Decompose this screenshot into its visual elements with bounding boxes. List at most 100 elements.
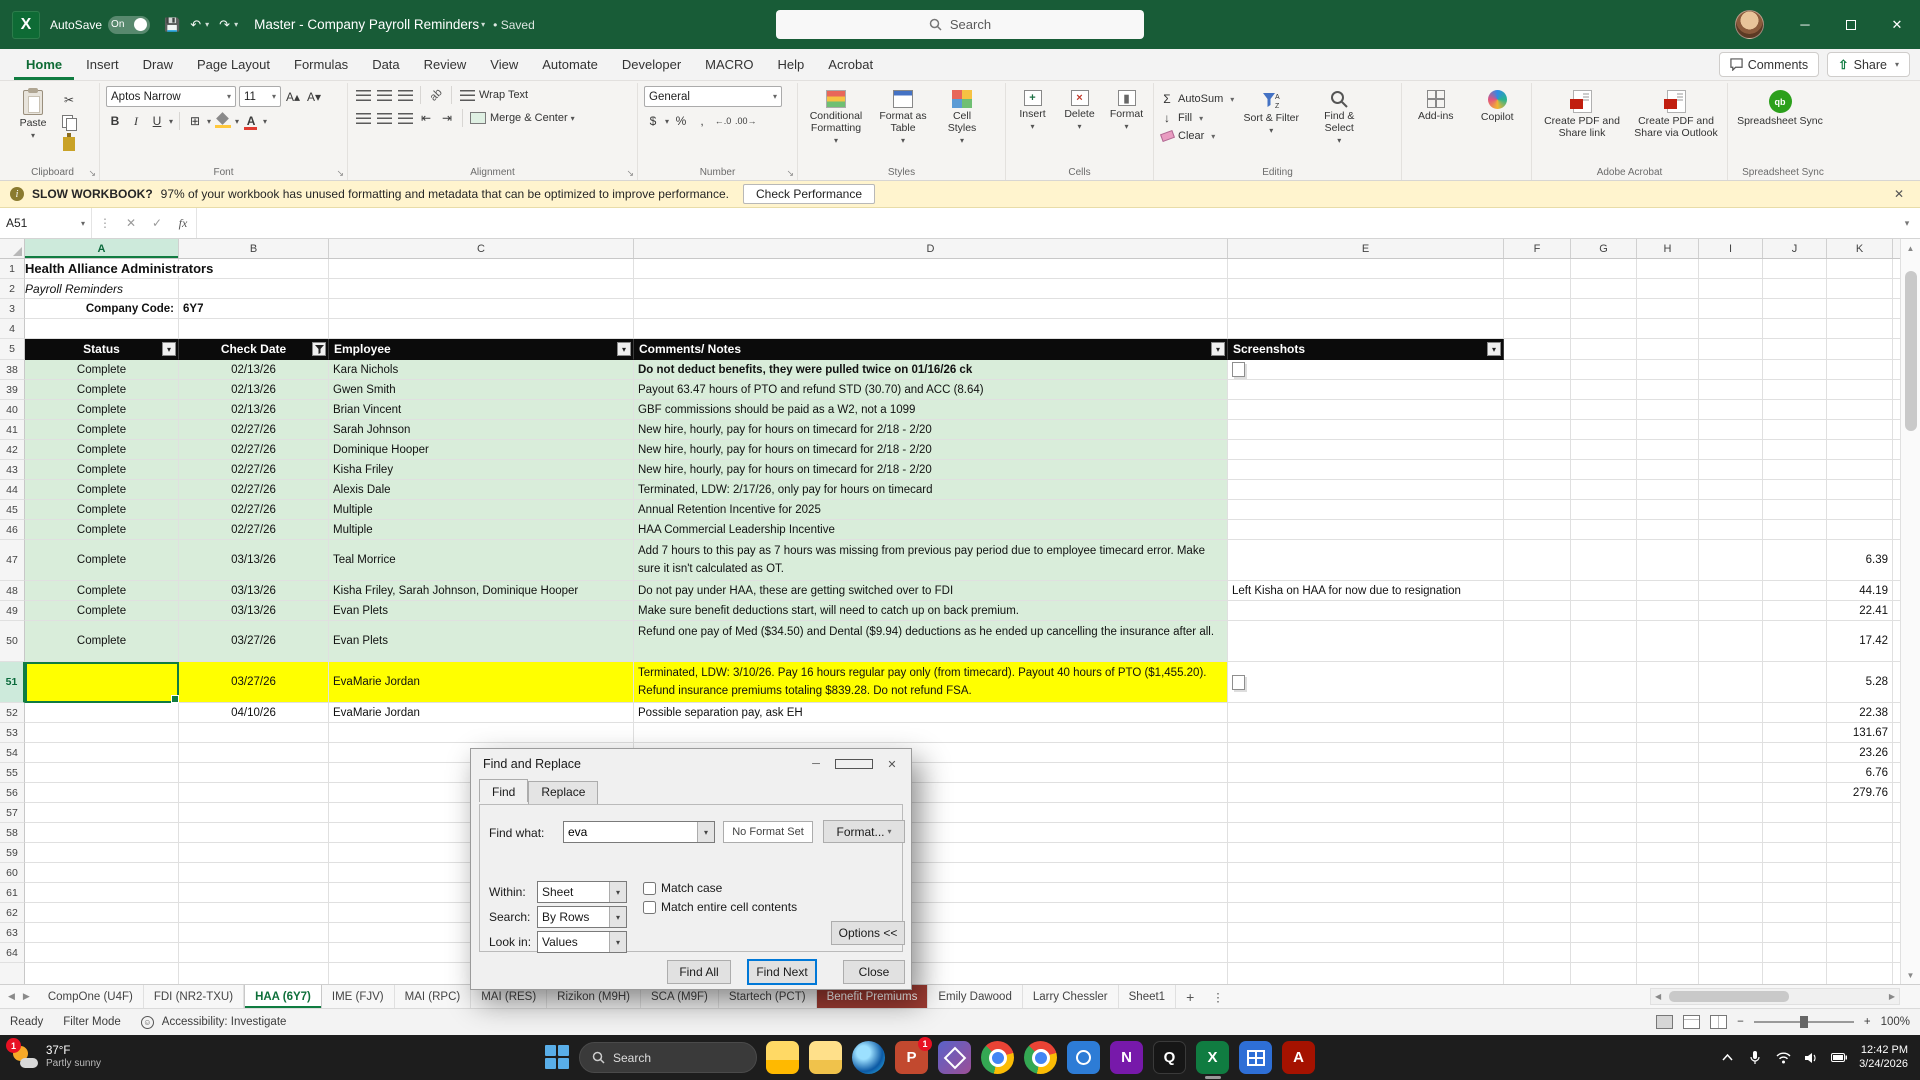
- page-break-view-button[interactable]: [1710, 1015, 1727, 1029]
- font-name-select[interactable]: Aptos Narrow▾: [106, 86, 236, 107]
- cell-C49[interactable]: Evan Plets: [329, 601, 634, 621]
- cell-G2[interactable]: [1571, 279, 1637, 299]
- decrease-font-size-icon[interactable]: A▾: [305, 88, 323, 106]
- table-header-employee[interactable]: Employee▾: [329, 339, 634, 360]
- row-header-3[interactable]: 3: [0, 299, 25, 319]
- cell-B55[interactable]: [179, 763, 329, 783]
- cell-G4[interactable]: [1571, 319, 1637, 339]
- cell-D52[interactable]: Possible separation pay, ask EH: [634, 703, 1228, 723]
- cell-K45[interactable]: [1827, 500, 1893, 520]
- zoom-out-icon[interactable]: −: [1737, 1016, 1744, 1028]
- orientation-icon[interactable]: ab: [427, 86, 444, 103]
- cell-G50[interactable]: [1571, 621, 1637, 662]
- file-explorer-icon[interactable]: [766, 1041, 799, 1074]
- cell-I52[interactable]: [1699, 703, 1763, 723]
- cell-J2[interactable]: [1763, 279, 1827, 299]
- sheet-scroll-left-icon[interactable]: ◀: [8, 991, 15, 1002]
- dialog-minimize-icon[interactable]: ─: [797, 749, 835, 779]
- cell-E41[interactable]: [1228, 420, 1504, 440]
- cell-I62[interactable]: [1699, 903, 1763, 923]
- cell-I2[interactable]: [1699, 279, 1763, 299]
- column-header-h[interactable]: H: [1637, 239, 1699, 258]
- cell-K57[interactable]: [1827, 803, 1893, 823]
- accessibility-status[interactable]: Accessibility: Investigate: [162, 1016, 287, 1028]
- row-header-57[interactable]: 57: [0, 803, 25, 823]
- increase-font-size-icon[interactable]: A▴: [284, 88, 302, 106]
- cell-K43[interactable]: [1827, 460, 1893, 480]
- cell-K60[interactable]: [1827, 863, 1893, 883]
- row-header-4[interactable]: 4: [0, 319, 25, 339]
- cell-C39[interactable]: Gwen Smith: [329, 380, 634, 400]
- row-header-52[interactable]: 52: [0, 703, 25, 723]
- cell-F47[interactable]: [1504, 540, 1571, 581]
- cell-E3[interactable]: [1228, 299, 1504, 319]
- ribbon-tab-automate[interactable]: Automate: [530, 49, 610, 80]
- name-box-dropdown[interactable]: ▾: [81, 219, 85, 228]
- cell-H47[interactable]: [1637, 540, 1699, 581]
- wrap-text-icon[interactable]: [460, 90, 475, 101]
- cell-A47[interactable]: Complete: [25, 540, 179, 581]
- column-header-g[interactable]: G: [1571, 239, 1637, 258]
- cell-F64[interactable]: [1504, 943, 1571, 963]
- row-header-50[interactable]: 50: [0, 621, 25, 662]
- cell-I49[interactable]: [1699, 601, 1763, 621]
- cell-C46[interactable]: Multiple: [329, 520, 634, 540]
- cell-J45[interactable]: [1763, 500, 1827, 520]
- table-header-comments-notes[interactable]: Comments/ Notes▾: [634, 339, 1228, 360]
- cell-K39[interactable]: [1827, 380, 1893, 400]
- increase-decimal-icon[interactable]: ←.0: [714, 112, 732, 130]
- cell-I1[interactable]: [1699, 259, 1763, 279]
- undo-icon[interactable]: ↶: [190, 17, 201, 33]
- tray-chevron-icon[interactable]: [1719, 1050, 1735, 1066]
- cell-H40[interactable]: [1637, 400, 1699, 420]
- folder-icon[interactable]: [809, 1041, 842, 1074]
- fill-color-icon[interactable]: [215, 114, 231, 128]
- cell-A41[interactable]: Complete: [25, 420, 179, 440]
- filter-dropdown-icon-comments-notes[interactable]: ▾: [1211, 342, 1225, 356]
- cell-H61[interactable]: [1637, 883, 1699, 903]
- fill-button[interactable]: ↓Fill▾: [1160, 111, 1234, 125]
- cell-H50[interactable]: [1637, 621, 1699, 662]
- page-layout-view-button[interactable]: [1683, 1015, 1700, 1029]
- cell-F3[interactable]: [1504, 299, 1571, 319]
- options-button[interactable]: Options <<: [831, 921, 905, 945]
- cell-A60[interactable]: [25, 863, 179, 883]
- horizontal-scrollbar-thumb[interactable]: [1669, 991, 1789, 1002]
- cell-F62[interactable]: [1504, 903, 1571, 923]
- cell-J62[interactable]: [1763, 903, 1827, 923]
- cell-E49[interactable]: [1228, 601, 1504, 621]
- cell-A55[interactable]: [25, 763, 179, 783]
- cell-H55[interactable]: [1637, 763, 1699, 783]
- table-header-check-date[interactable]: Check Date: [179, 339, 329, 360]
- cell-H59[interactable]: [1637, 843, 1699, 863]
- cell-J39[interactable]: [1763, 380, 1827, 400]
- ribbon-tab-draw[interactable]: Draw: [131, 49, 185, 80]
- cell-I40[interactable]: [1699, 400, 1763, 420]
- cell-K51[interactable]: 5.28: [1827, 662, 1893, 703]
- filter-dropdown-icon-employee[interactable]: ▾: [617, 342, 631, 356]
- conditional-formatting-button[interactable]: Conditional Formatting ▾: [804, 86, 868, 162]
- cell-G52[interactable]: [1571, 703, 1637, 723]
- clipboard-dialog-launcher[interactable]: ↘: [88, 168, 96, 179]
- cell-G59[interactable]: [1571, 843, 1637, 863]
- row-header-51[interactable]: 51: [0, 662, 25, 703]
- volume-icon[interactable]: [1803, 1050, 1819, 1066]
- cell-H42[interactable]: [1637, 440, 1699, 460]
- ribbon-tab-insert[interactable]: Insert: [74, 49, 131, 80]
- borders-icon[interactable]: ⊞: [186, 112, 204, 130]
- cell-I60[interactable]: [1699, 863, 1763, 883]
- cell-K49[interactable]: 22.41: [1827, 601, 1893, 621]
- scroll-down-icon[interactable]: ▼: [1901, 966, 1920, 984]
- row-header-46[interactable]: 46: [0, 520, 25, 540]
- excel-logo-icon[interactable]: X: [12, 11, 40, 39]
- cell-K56[interactable]: 279.76: [1827, 783, 1893, 803]
- cell-D1[interactable]: [634, 259, 1228, 279]
- cell-B51[interactable]: 03/27/26: [179, 662, 329, 703]
- cell-D39[interactable]: Payout 63.47 hours of PTO and refund STD…: [634, 380, 1228, 400]
- number-dialog-launcher[interactable]: ↘: [786, 168, 794, 179]
- find-next-button[interactable]: Find Next: [747, 959, 817, 985]
- ribbon-tab-macro[interactable]: MACRO: [693, 49, 765, 80]
- cell-B40[interactable]: 02/13/26: [179, 400, 329, 420]
- cell-B41[interactable]: 02/27/26: [179, 420, 329, 440]
- cell-A43[interactable]: Complete: [25, 460, 179, 480]
